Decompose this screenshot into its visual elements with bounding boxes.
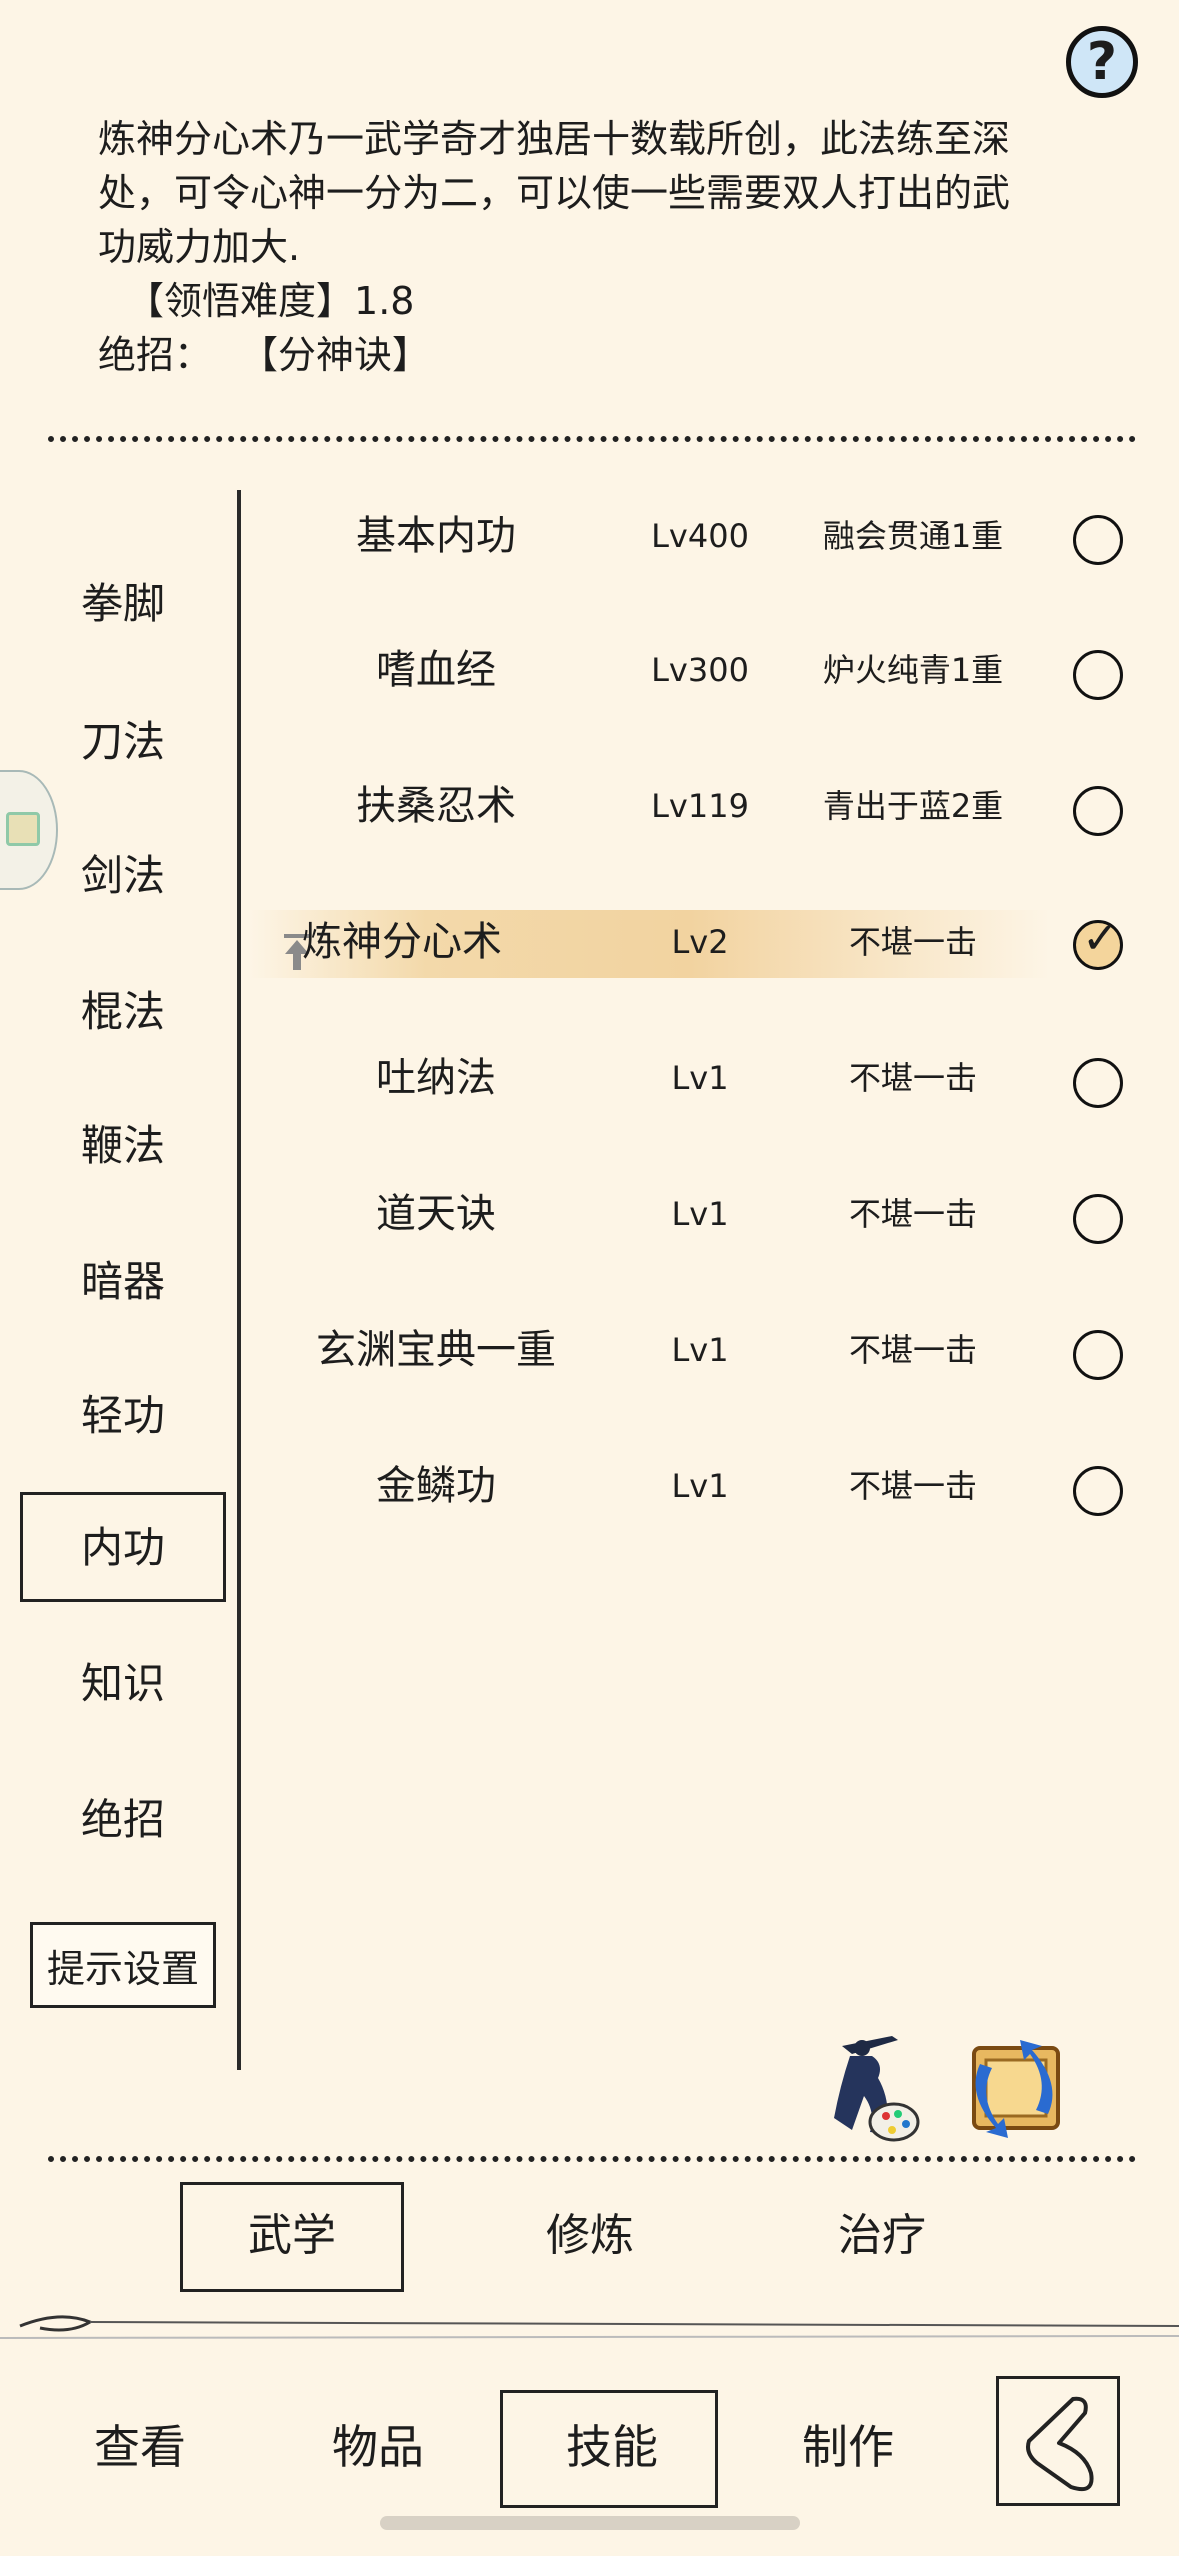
- difficulty-value: 1.8: [354, 279, 415, 323]
- category-item-jianfa[interactable]: 剑法: [20, 846, 226, 906]
- category-item-daofa[interactable]: 刀法: [20, 712, 226, 772]
- skill-rank: 不堪一击: [848, 923, 977, 961]
- home-indicator: [380, 2516, 800, 2530]
- skill-rank: 融会贯通1重: [822, 517, 1004, 555]
- brush-divider: [0, 2315, 1179, 2339]
- difficulty-row: 【领悟难度】1.8: [126, 274, 414, 328]
- skill-radio[interactable]: [1073, 1466, 1123, 1516]
- ultimate-value: 【分神诀】: [240, 333, 431, 377]
- nav-chakan[interactable]: 查看: [40, 2392, 240, 2502]
- skill-rank: 炉火纯青1重: [822, 651, 1004, 689]
- category-item-neigong[interactable]: 内功: [20, 1518, 226, 1578]
- skill-level: Lv1: [671, 1195, 729, 1233]
- skill-level: Lv1: [671, 1467, 729, 1505]
- skill-name[interactable]: 基本内功: [246, 506, 626, 566]
- ultimate-label: 绝招：: [98, 333, 213, 377]
- back-button[interactable]: [996, 2376, 1120, 2506]
- skill-radio[interactable]: [1073, 650, 1123, 700]
- description-line: 炼神分心术乃一武学奇才独居十数载所创，此法练至深: [98, 117, 1011, 161]
- skill-level: Lv1: [671, 1059, 729, 1097]
- category-item-gunfa[interactable]: 棍法: [20, 982, 226, 1042]
- difficulty-label: 【领悟难度】: [126, 279, 355, 323]
- ultimate-row: 绝招： 【分神诀】: [98, 328, 430, 382]
- skill-rank: 不堪一击: [848, 1059, 977, 1097]
- description-line: 功威力加大.: [98, 225, 301, 269]
- skill-radio-checked[interactable]: ✓: [1073, 913, 1123, 970]
- check-icon: ✓: [1082, 913, 1119, 964]
- category-item-bianfa[interactable]: 鞭法: [20, 1116, 226, 1176]
- tab-zhiliao[interactable]: 治疗: [782, 2186, 982, 2286]
- category-item-zhishi[interactable]: 知识: [20, 1654, 226, 1714]
- skill-level: Lv1: [671, 1331, 729, 1369]
- skill-description: 炼神分心术乃一武学奇才独居十数载所创，此法练至深 处，可令心神一分为二，可以使一…: [98, 112, 1098, 274]
- skill-radio[interactable]: [1073, 1330, 1123, 1380]
- skill-name[interactable]: 玄渊宝典一重: [246, 1320, 626, 1380]
- swordsman-palette-icon[interactable]: [812, 2026, 922, 2146]
- hint-settings-button[interactable]: 提示设置: [30, 1922, 216, 2008]
- skill-rank: 青出于蓝2重: [822, 787, 1004, 825]
- sidebar-divider: [237, 490, 241, 2070]
- category-item-qinggong[interactable]: 轻功: [20, 1386, 226, 1446]
- skill-radio[interactable]: [1073, 515, 1123, 565]
- category-item-anqi[interactable]: 暗器: [20, 1252, 226, 1312]
- skill-level: Lv119: [651, 787, 749, 825]
- nav-zhizuo[interactable]: 制作: [748, 2392, 948, 2502]
- skill-radio[interactable]: [1073, 1194, 1123, 1244]
- nav-jineng[interactable]: 技能: [512, 2392, 712, 2502]
- description-line: 处，可令心神一分为二，可以使一些需要双人打出的武: [98, 171, 1011, 215]
- help-button[interactable]: ?: [1066, 26, 1138, 98]
- skill-rank: 不堪一击: [848, 1467, 977, 1505]
- side-tab-icon: [6, 812, 40, 846]
- skill-name[interactable]: 炼神分心术: [212, 912, 592, 972]
- skill-name[interactable]: 金鳞功: [246, 1456, 626, 1516]
- skill-name[interactable]: 嗜血经: [246, 640, 626, 700]
- divider-top: [48, 436, 1136, 442]
- skill-name[interactable]: 扶桑忍术: [246, 776, 626, 836]
- category-item-juezhao[interactable]: 绝招: [20, 1790, 226, 1850]
- skill-level: Lv400: [651, 517, 749, 555]
- skill-rank: 不堪一击: [848, 1331, 977, 1369]
- divider-bottom: [48, 2156, 1136, 2162]
- tab-xiulian[interactable]: 修炼: [490, 2186, 690, 2286]
- category-item-quanjiao[interactable]: 拳脚: [20, 574, 226, 634]
- skill-rank: 不堪一击: [848, 1195, 977, 1233]
- swap-scroll-icon[interactable]: [956, 2034, 1072, 2144]
- tab-wuxue[interactable]: 武学: [192, 2186, 392, 2286]
- back-arrow-icon: [1026, 2396, 1094, 2492]
- question-icon: ?: [1086, 32, 1118, 92]
- skill-level: Lv2: [671, 923, 729, 961]
- skill-name[interactable]: 吐纳法: [246, 1048, 626, 1108]
- skill-radio[interactable]: [1073, 786, 1123, 836]
- skill-level: Lv300: [651, 651, 749, 689]
- skill-name[interactable]: 道天诀: [246, 1184, 626, 1244]
- nav-wupin[interactable]: 物品: [278, 2392, 478, 2502]
- skill-radio[interactable]: [1073, 1058, 1123, 1108]
